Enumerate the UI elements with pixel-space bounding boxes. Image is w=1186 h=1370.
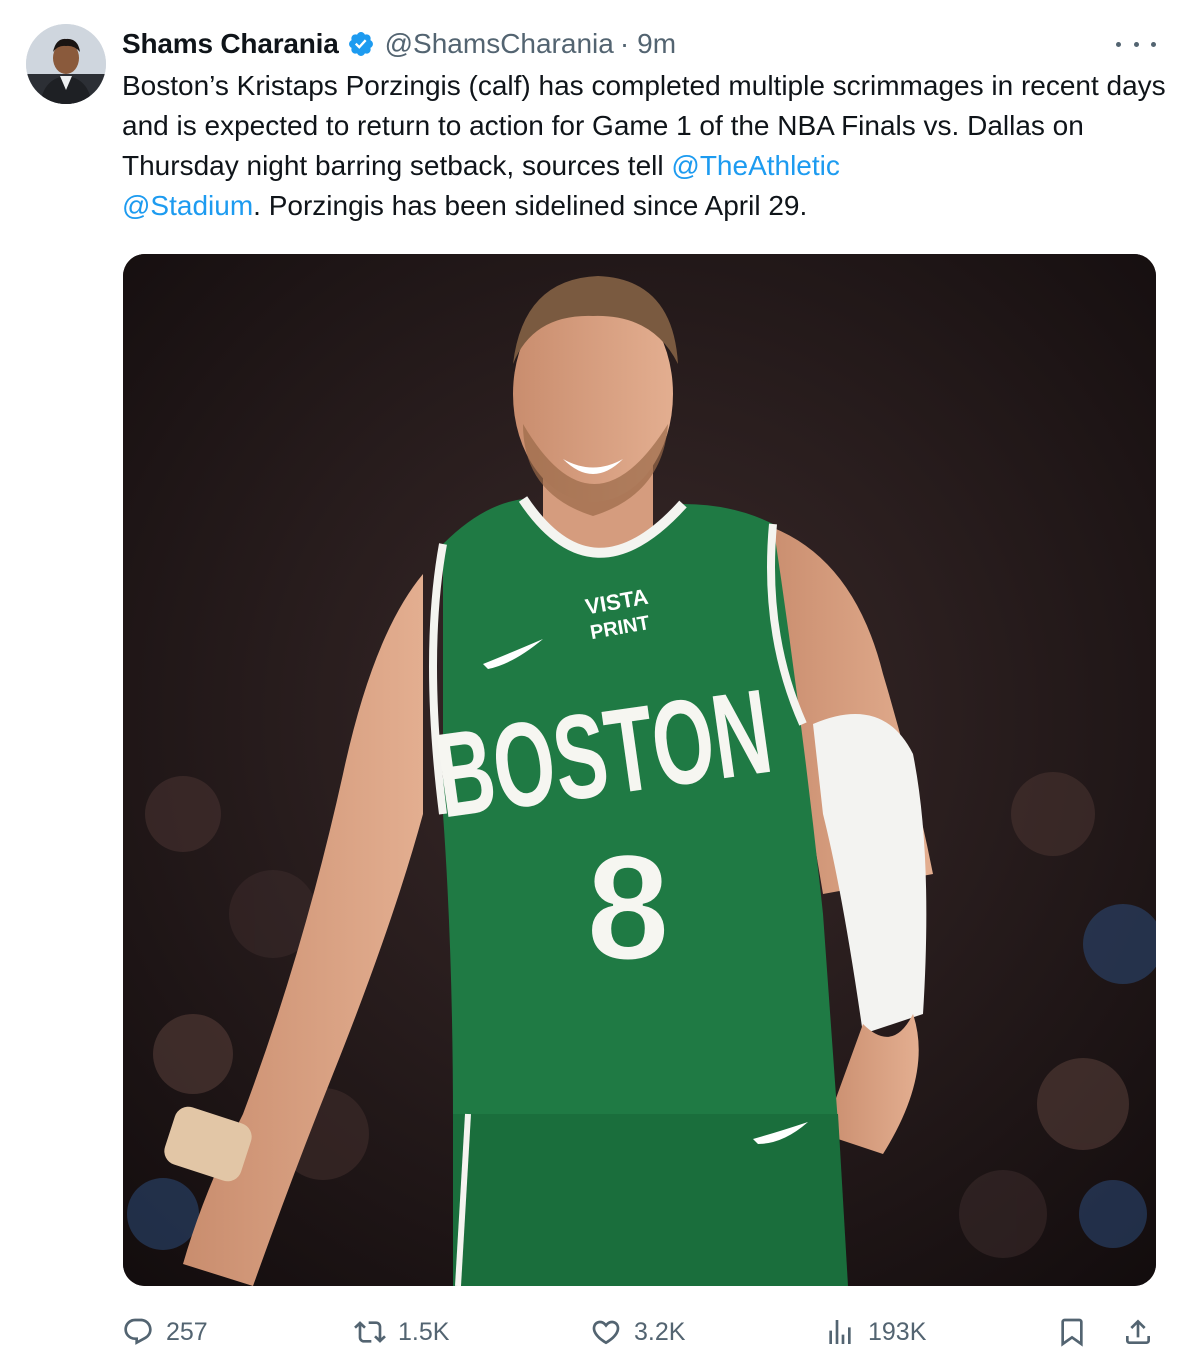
display-name[interactable]: Shams Charania [122,28,339,60]
avatar[interactable] [26,24,106,104]
views-chart-icon [829,1320,851,1344]
bookmark-icon [1061,1318,1083,1347]
action-bar: 257 1.5K 3.2K 193K [122,1310,1162,1354]
timestamp[interactable]: 9m [637,28,676,60]
jersey-number: 8 [586,823,669,991]
reply-button[interactable]: 257 [122,1310,208,1354]
author-handle[interactable]: @ShamsCharania [385,28,614,60]
repost-count: 1.5K [398,1317,450,1346]
more-options-icon[interactable] [1116,32,1156,56]
bookmark-button[interactable] [1056,1310,1088,1354]
photo-basketball-player: VISTA PRINT BOSTON 8 [123,254,1156,1286]
reply-count: 257 [166,1317,208,1346]
views-button[interactable]: 193K [824,1310,926,1354]
separator-dot: · [619,28,630,59]
like-button[interactable]: 3.2K [590,1310,685,1354]
verified-badge-icon [347,30,375,58]
share-button[interactable] [1122,1310,1154,1354]
mention-link-theathletic[interactable]: @TheAthletic [671,150,840,181]
heart-icon [592,1320,620,1345]
share-icon [1126,1319,1150,1344]
tweet-text-tail: . Porzingis has been sidelined since Apr… [253,190,808,221]
tweet-header: Shams Charania @ShamsCharania · 9m [122,24,676,64]
view-count: 193K [868,1317,927,1346]
reply-icon [124,1318,152,1345]
repost-button[interactable]: 1.5K [354,1310,449,1354]
tweet-text-body: Boston’s Kristaps Porzingis (calf) has c… [122,70,1166,181]
tweet-photo[interactable]: VISTA PRINT BOSTON 8 [123,254,1156,1286]
avatar-image [26,24,106,104]
repost-icon [354,1321,386,1343]
mention-link-stadium[interactable]: @Stadium [122,190,253,221]
tweet: Shams Charania @ShamsCharania · 9m Bosto… [0,0,1186,1370]
tweet-text: Boston’s Kristaps Porzingis (calf) has c… [122,66,1172,226]
like-count: 3.2K [634,1317,686,1346]
